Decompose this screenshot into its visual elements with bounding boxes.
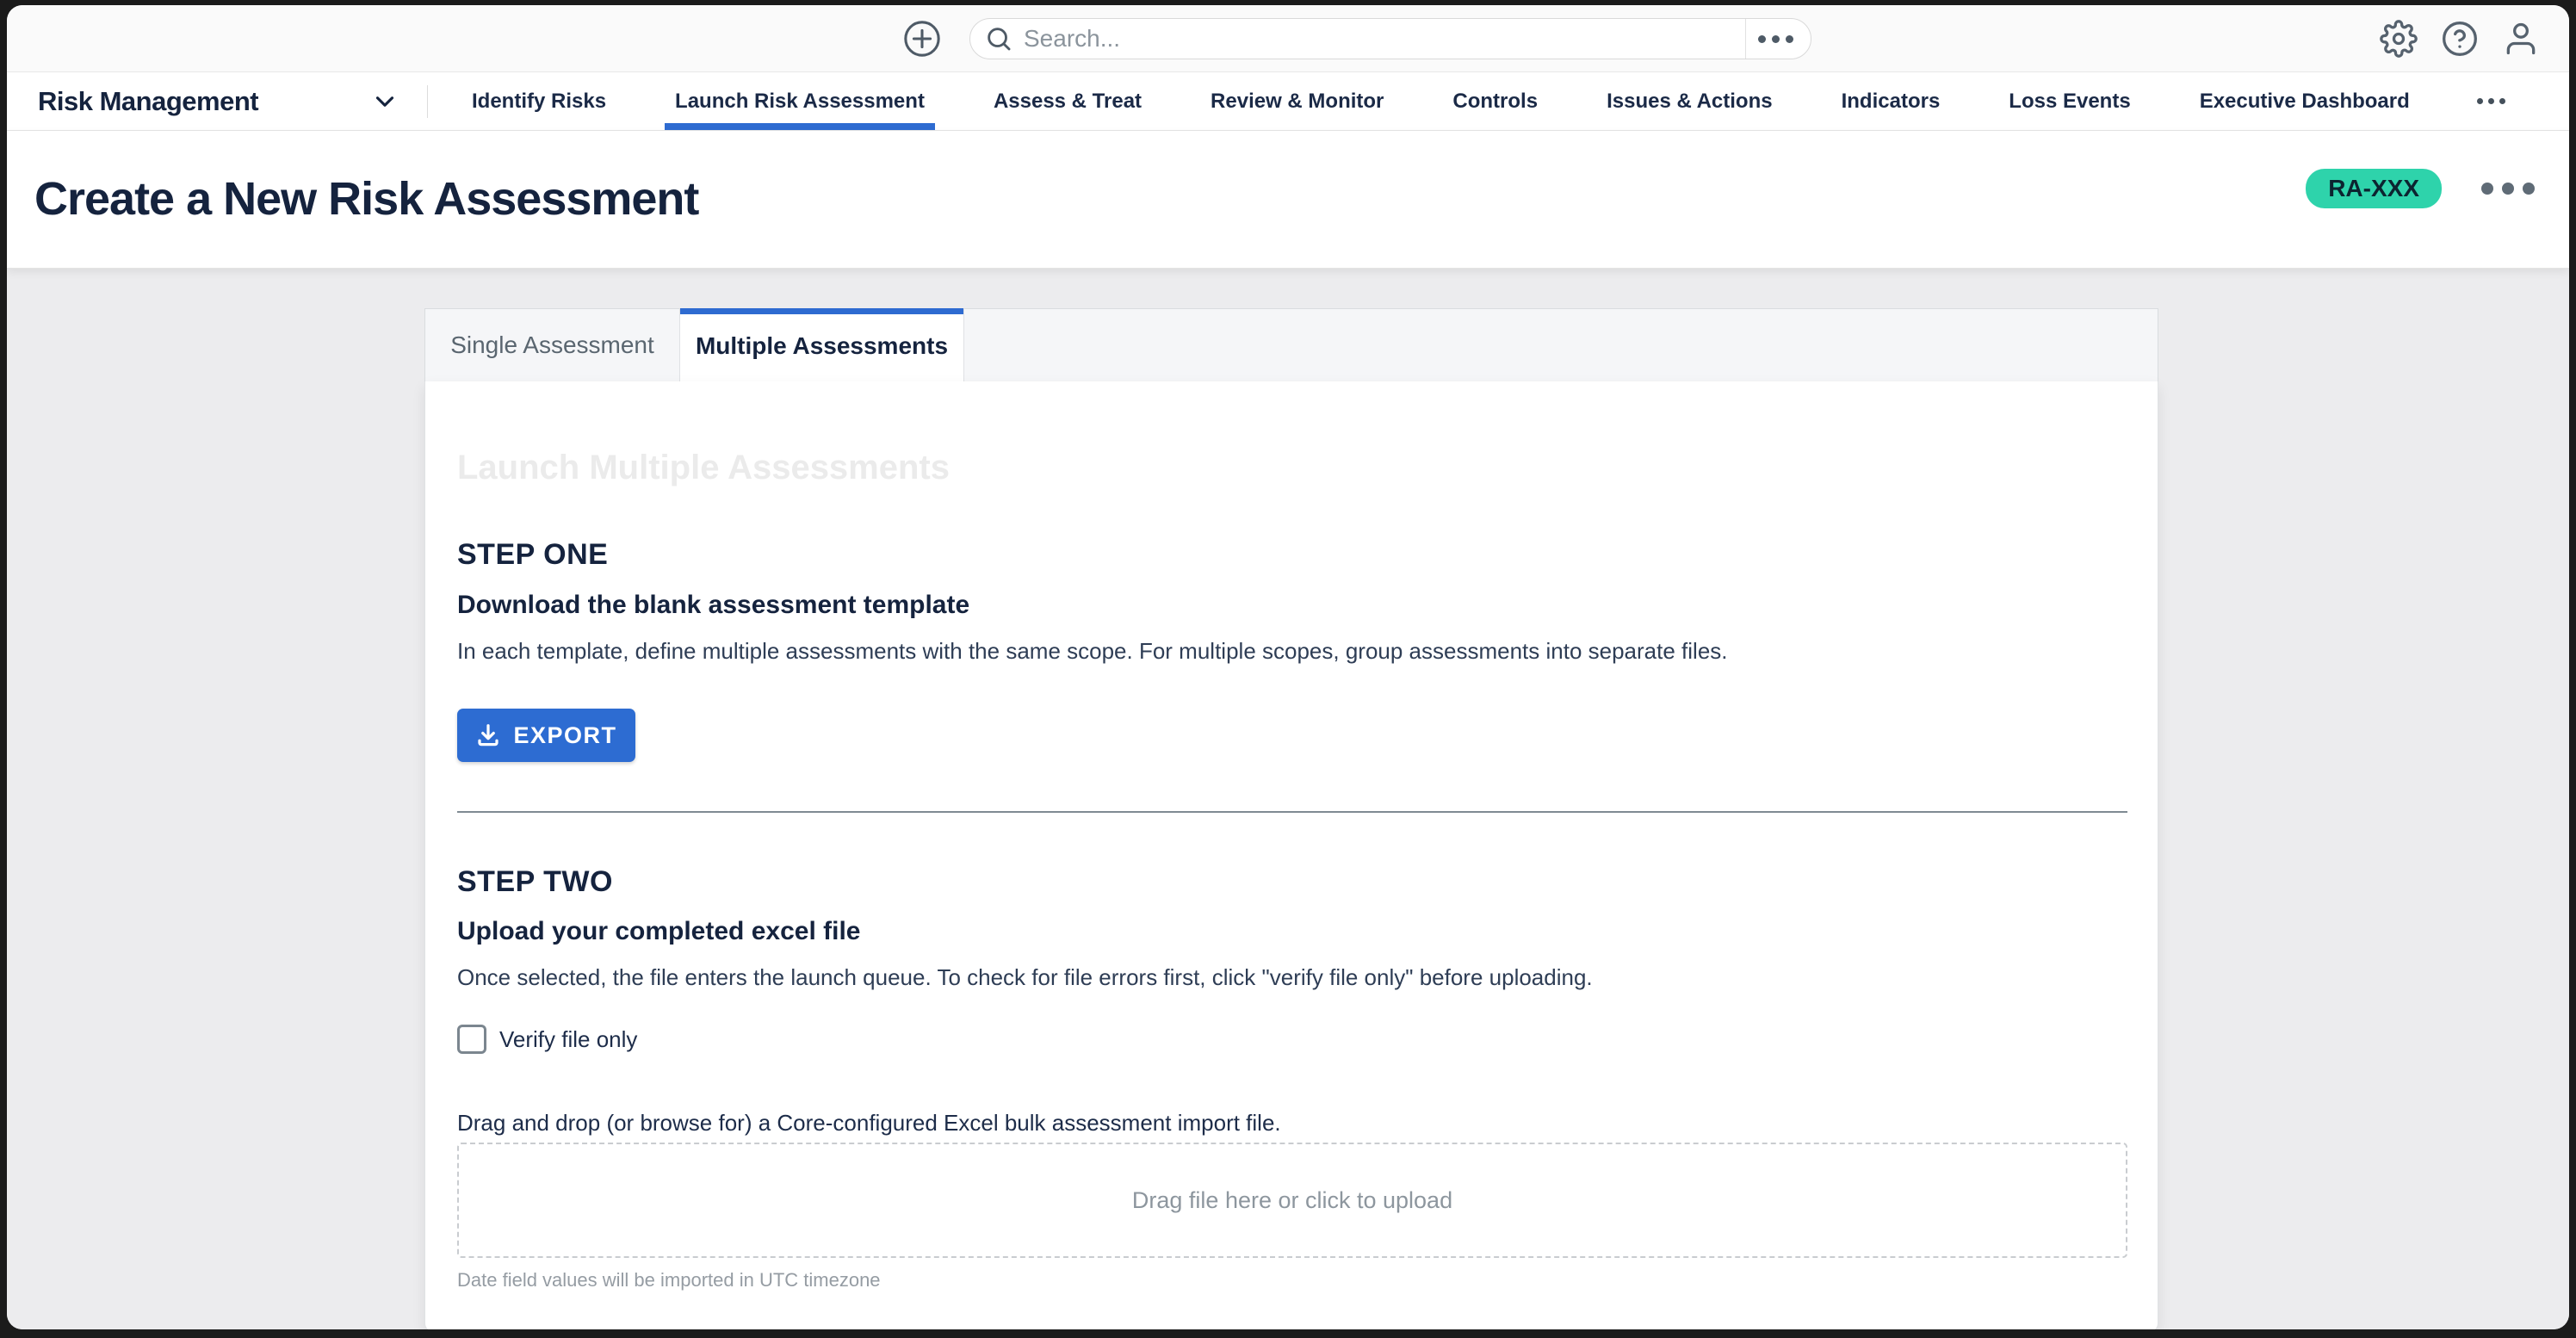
nav-more-button[interactable] <box>2468 98 2514 104</box>
nav-item-identify-risks[interactable]: Identify Risks <box>461 72 616 130</box>
create-new-button[interactable] <box>902 19 942 59</box>
nav-item-indicators[interactable]: Indicators <box>1831 72 1951 130</box>
download-icon <box>475 722 501 748</box>
dropzone-placeholder: Drag file here or click to upload <box>1132 1187 1452 1214</box>
top-right-icons <box>2380 20 2540 58</box>
app-window: Risk Management Identify Risks Launch Ri… <box>7 5 2569 1329</box>
verify-file-label: Verify file only <box>499 1026 637 1053</box>
tab-single-assessment[interactable]: Single Assessment <box>425 309 680 381</box>
tab-multiple-assessments[interactable]: Multiple Assessments <box>679 308 964 383</box>
nav-item-loss-events[interactable]: Loss Events <box>1998 72 2140 130</box>
page-title: Create a New Risk Assessment <box>34 172 698 226</box>
assessment-tabstrip: Single Assessment Multiple Assessments <box>424 308 2158 382</box>
content-area: Single Assessment Multiple Assessments L… <box>7 269 2569 1329</box>
export-button-label: EXPORT <box>513 722 616 749</box>
module-nav-bar: Risk Management Identify Risks Launch Ri… <box>7 72 2569 131</box>
chevron-down-icon <box>370 87 399 116</box>
step-one-label: STEP ONE <box>457 538 608 572</box>
help-circle-icon <box>2441 20 2479 58</box>
user-icon <box>2502 20 2540 58</box>
module-name: Risk Management <box>38 86 258 117</box>
nav-item-issues-actions[interactable]: Issues & Actions <box>1596 72 1783 130</box>
nav-item-launch-risk-assessment[interactable]: Launch Risk Assessment <box>665 72 935 130</box>
search-input[interactable] <box>1024 25 1738 53</box>
global-search <box>969 18 1811 59</box>
nav-divider <box>427 85 428 118</box>
search-options-button[interactable] <box>1758 35 1797 43</box>
step-one-heading: Download the blank assessment template <box>457 591 969 620</box>
step-one-description: In each template, define multiple assess… <box>457 638 1728 665</box>
top-bar <box>7 5 2569 72</box>
utc-timezone-note: Date field values will be imported in UT… <box>457 1269 881 1292</box>
panel-ghost-heading: Launch Multiple Assessments <box>457 449 950 487</box>
search-icon <box>984 24 1013 53</box>
step-two-heading: Upload your completed excel file <box>457 917 860 946</box>
more-ellipsis-icon <box>2481 183 2493 195</box>
nav-item-review-monitor[interactable]: Review & Monitor <box>1200 72 1394 130</box>
step-two-description: Once selected, the file enters the launc… <box>457 964 1593 991</box>
page-header-right: RA-XXX <box>2306 169 2535 208</box>
drag-drop-instruction: Drag and drop (or browse for) a Core-con… <box>457 1110 1281 1137</box>
export-button[interactable]: EXPORT <box>457 709 635 762</box>
nav-items: Identify Risks Launch Risk Assessment As… <box>461 72 2514 130</box>
step-two-label: STEP TWO <box>457 865 613 899</box>
help-button[interactable] <box>2441 20 2479 58</box>
settings-button[interactable] <box>2380 20 2418 58</box>
plus-circle-icon <box>902 19 942 59</box>
page-options-button[interactable] <box>2481 183 2535 195</box>
nav-item-controls[interactable]: Controls <box>1442 72 1548 130</box>
multiple-assessments-panel: Launch Multiple Assessments STEP ONE Dow… <box>424 381 2158 1329</box>
more-ellipsis-icon <box>1758 35 1766 43</box>
settings-gear-icon <box>2380 20 2418 58</box>
more-ellipsis-icon <box>2477 98 2483 104</box>
search-divider <box>1745 19 1746 59</box>
page-header: Create a New Risk Assessment RA-XXX <box>7 131 2569 269</box>
module-switcher[interactable]: Risk Management <box>38 72 399 130</box>
verify-file-checkbox[interactable] <box>457 1025 486 1054</box>
nav-item-assess-treat[interactable]: Assess & Treat <box>983 72 1152 130</box>
user-menu-button[interactable] <box>2502 20 2540 58</box>
file-dropzone[interactable]: Drag file here or click to upload <box>457 1143 2127 1258</box>
step-divider <box>457 811 2127 813</box>
record-id-badge: RA-XXX <box>2306 169 2442 208</box>
verify-file-row: Verify file only <box>457 1025 637 1054</box>
nav-item-executive-dashboard[interactable]: Executive Dashboard <box>2189 72 2420 130</box>
